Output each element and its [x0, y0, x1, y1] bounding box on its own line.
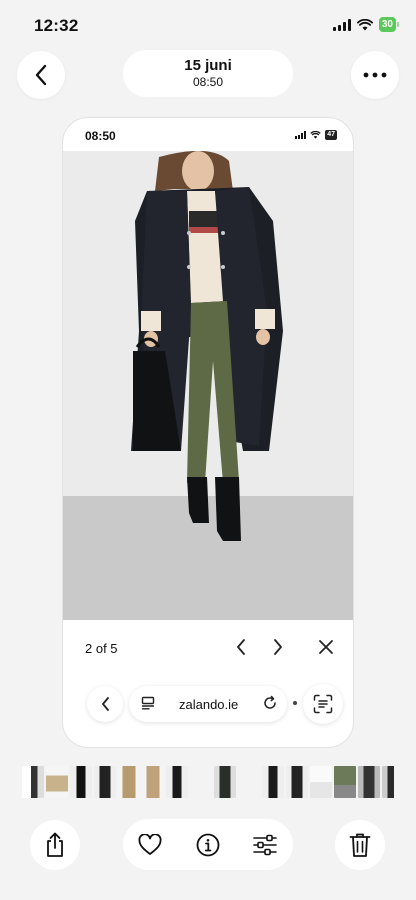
embedded-signal-icon — [295, 131, 307, 139]
cellular-signal-icon — [332, 18, 351, 31]
thumbnail[interactable] — [70, 766, 92, 798]
thumbnail[interactable] — [286, 766, 308, 798]
thumbnail[interactable] — [238, 766, 260, 798]
thumbnail[interactable] — [94, 766, 116, 798]
chevron-left-icon — [101, 697, 109, 711]
page-menu-icon — [141, 696, 155, 710]
back-button[interactable] — [17, 51, 65, 99]
delete-button[interactable] — [335, 820, 385, 870]
ellipsis-icon — [363, 72, 387, 78]
status-time: 12:32 — [34, 16, 79, 35]
thumbnail[interactable] — [334, 766, 356, 798]
close-button[interactable] — [316, 637, 336, 657]
chevron-left-icon — [35, 64, 47, 86]
pager-count: 2 of 5 — [85, 641, 118, 656]
more-button[interactable] — [351, 51, 399, 99]
embedded-wifi-icon — [310, 131, 321, 139]
actions-toolbar — [123, 819, 293, 870]
chevron-left-icon — [237, 639, 245, 655]
reload-icon[interactable] — [262, 695, 278, 711]
wifi-icon — [356, 18, 373, 30]
share-icon — [47, 832, 63, 857]
trash-icon — [349, 833, 371, 857]
adjust-button[interactable] — [251, 831, 279, 859]
browser-back-button[interactable] — [87, 686, 123, 722]
embedded-status-bar: 08:50 47 — [63, 118, 353, 151]
info-icon — [196, 833, 220, 857]
thumbnail[interactable] — [190, 766, 212, 798]
scan-text-button[interactable] — [303, 684, 343, 724]
screenshot-preview[interactable]: 08:50 47 2 of 5 zalando.ie — [62, 117, 354, 748]
url-domain: zalando.ie — [179, 697, 239, 712]
thumbnail[interactable] — [358, 766, 380, 798]
thumbnail[interactable] — [310, 766, 332, 798]
thumbnail[interactable] — [214, 766, 236, 798]
previous-button[interactable] — [231, 637, 251, 657]
date-title: 15 juni — [184, 57, 232, 74]
thumbnail[interactable] — [118, 766, 140, 798]
heart-icon — [138, 834, 162, 855]
thumbnail-strip[interactable] — [22, 766, 394, 798]
embedded-battery-icon: 47 — [325, 130, 337, 140]
overflow-dot — [293, 701, 297, 705]
thumbnail[interactable] — [46, 766, 68, 798]
embedded-status-time: 08:50 — [85, 129, 116, 143]
address-field[interactable]: zalando.ie — [129, 686, 287, 722]
chevron-right-icon — [274, 639, 282, 655]
next-button[interactable] — [268, 637, 288, 657]
close-icon — [319, 640, 333, 654]
thumbnail[interactable] — [382, 766, 394, 798]
time-subtitle: 08:50 — [192, 75, 224, 89]
thumbnail[interactable] — [262, 766, 284, 798]
product-photo — [63, 151, 353, 620]
live-text-icon — [313, 694, 333, 714]
date-header: 15 juni 08:50 — [123, 50, 293, 97]
share-button[interactable] — [30, 820, 80, 870]
status-icons: 30 — [332, 17, 400, 32]
browser-url-bar: zalando.ie — [63, 684, 353, 724]
thumbnail[interactable] — [142, 766, 164, 798]
thumbnail[interactable] — [22, 766, 44, 798]
favorite-button[interactable] — [136, 831, 164, 859]
info-button[interactable] — [194, 831, 222, 859]
battery-icon: 30 — [378, 17, 400, 32]
pager-bar: 2 of 5 — [63, 632, 353, 662]
model-in-coat-image — [63, 151, 353, 620]
status-bar: 12:32 30 — [0, 0, 416, 50]
embedded-status-icons: 47 — [295, 130, 337, 140]
thumbnail[interactable] — [166, 766, 188, 798]
sliders-icon — [253, 834, 277, 856]
